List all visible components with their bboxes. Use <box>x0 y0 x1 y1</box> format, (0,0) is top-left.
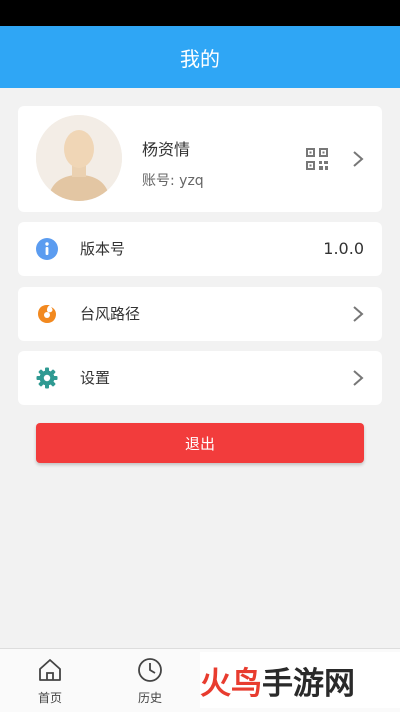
page-title: 我的 <box>180 46 220 71</box>
account-row: 账号: yzq <box>142 170 204 190</box>
watermark-part2: 手游网 <box>262 665 355 702</box>
avatar <box>36 115 122 201</box>
gear-icon <box>36 367 58 389</box>
qr-code-icon[interactable] <box>306 148 328 170</box>
typhoon-path-row[interactable]: 台风路径 <box>18 287 382 341</box>
person-icon <box>36 115 122 201</box>
typhoon-path-label: 台风路径 <box>80 305 141 323</box>
account-value: yzq <box>179 173 204 189</box>
watermark-part1: 火鸟 <box>200 665 262 702</box>
typhoon-icon <box>38 305 56 323</box>
info-icon <box>36 238 58 260</box>
version-value: 1.0.0 <box>323 239 364 258</box>
version-label: 版本号 <box>80 240 126 258</box>
user-name: 杨资情 <box>142 140 191 159</box>
tab-history[interactable]: 历史 <box>110 649 190 712</box>
tab-history-label: 历史 <box>137 691 162 705</box>
account-label: 账号: <box>142 173 175 189</box>
clock-icon <box>138 658 162 682</box>
tab-home-label: 首页 <box>37 691 62 705</box>
logout-button[interactable]: 退出 <box>36 423 364 463</box>
title-bar: 我的 <box>0 26 400 88</box>
tab-home[interactable]: 首页 <box>10 649 90 712</box>
profile-card[interactable]: 杨资情 账号: yzq <box>18 106 382 212</box>
watermark-logo: 火鸟 手游网 <box>200 652 400 708</box>
status-bar <box>0 0 400 26</box>
chevron-right-icon <box>353 370 364 386</box>
version-row: 版本号 1.0.0 <box>18 222 382 276</box>
settings-label: 设置 <box>80 369 111 387</box>
chevron-right-icon <box>353 306 364 322</box>
chevron-right-icon <box>353 151 364 167</box>
home-icon <box>39 659 61 681</box>
settings-row[interactable]: 设置 <box>18 351 382 405</box>
